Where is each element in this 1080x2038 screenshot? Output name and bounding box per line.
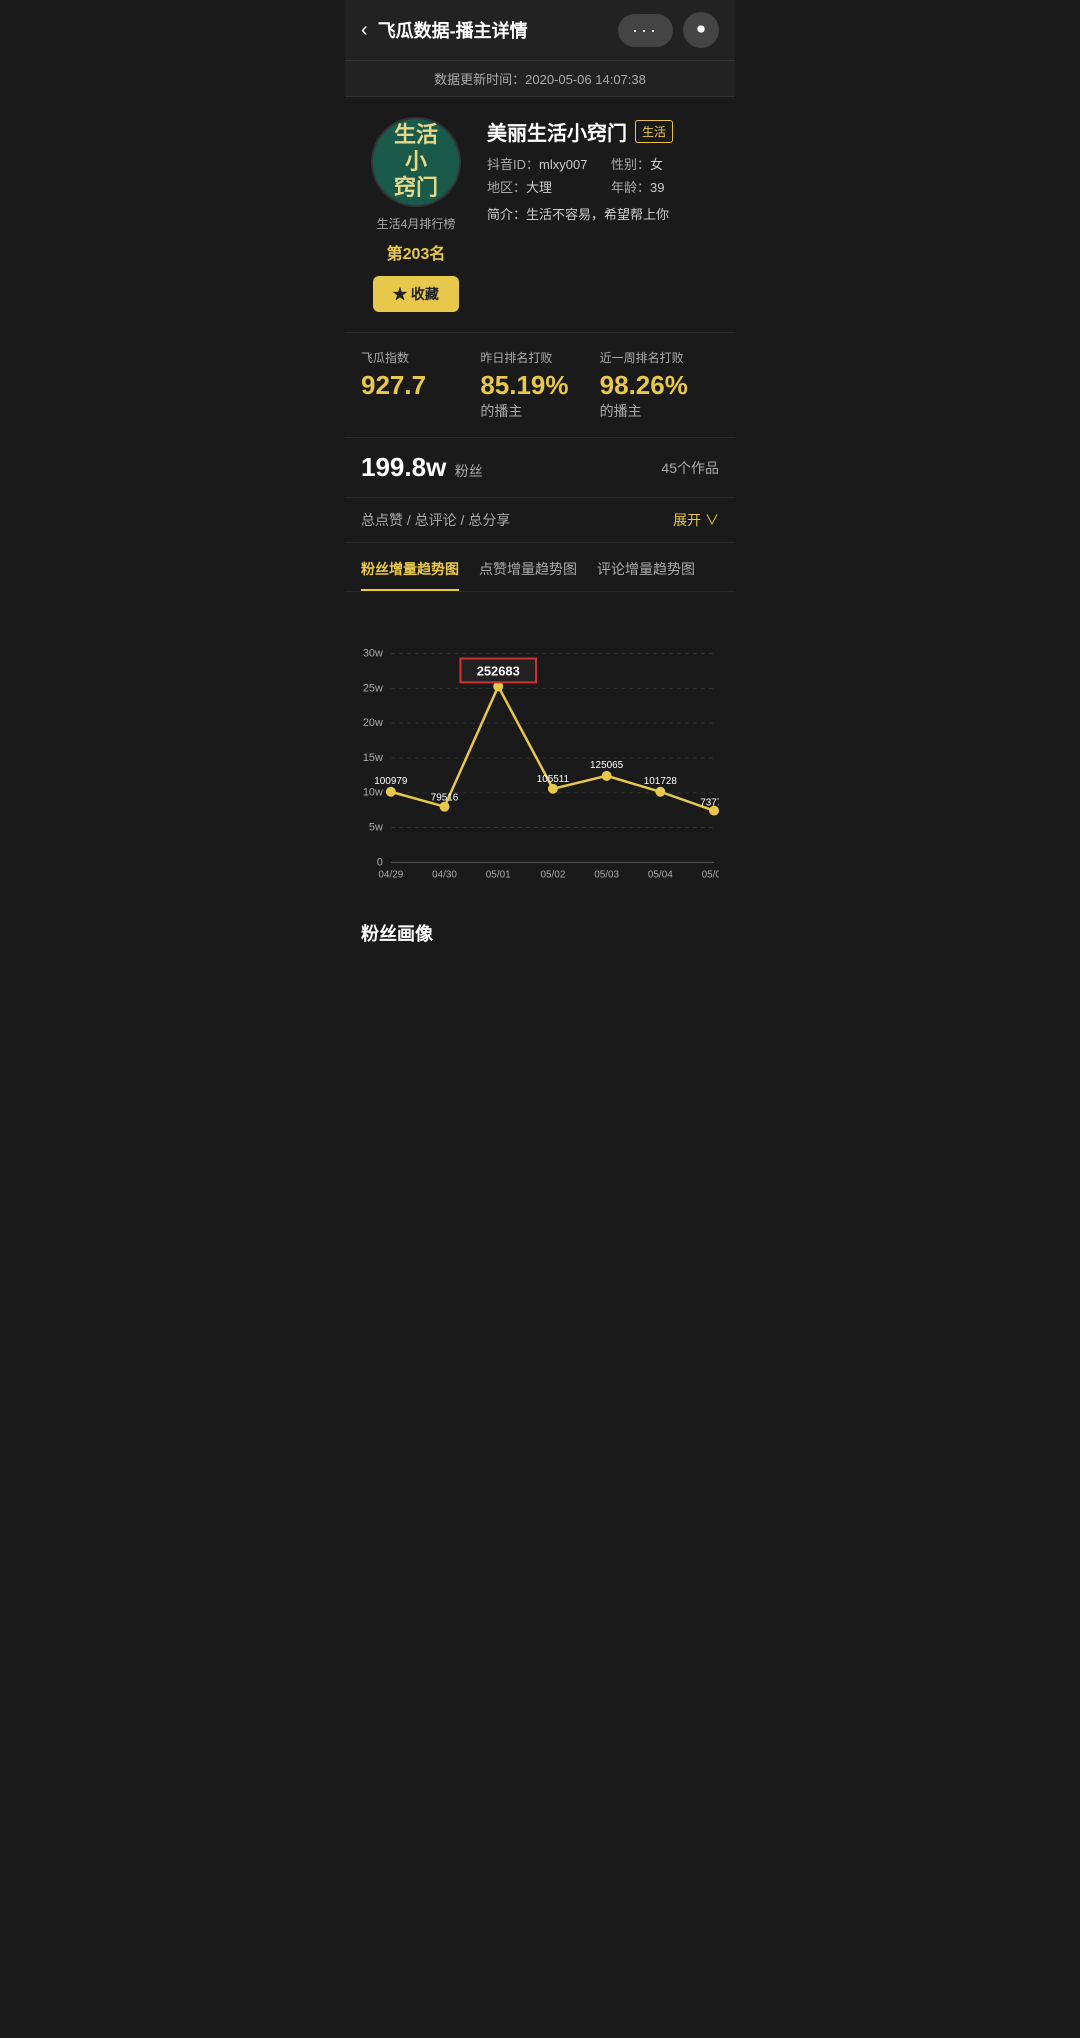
avatar-area: 生活小窍门 生活4月排行榜 第203名 ★ 收藏 — [361, 117, 471, 312]
tab-fans-trend[interactable]: 粉丝增量趋势图 — [361, 559, 459, 591]
record-button[interactable]: ⏺ — [683, 12, 719, 48]
svg-text:15w: 15w — [363, 752, 383, 764]
region-value: 大理 — [526, 180, 552, 195]
bio-content: 生活不容易，希望帮上你 — [526, 207, 669, 222]
svg-text:05/02: 05/02 — [540, 869, 565, 880]
back-icon[interactable]: ‹ — [361, 19, 368, 42]
page-title: 飞瓜数据-播主详情 — [378, 17, 528, 43]
yesterday-value-row: 85.19% 的播主 — [480, 370, 599, 421]
index-stat: 飞瓜指数 927.7 — [361, 349, 480, 421]
chart-tabs: 粉丝增量趋势图 点赞增量趋势图 评论增量趋势图 — [345, 543, 735, 592]
expand-button[interactable]: 展开 ∨ — [673, 510, 719, 530]
svg-text:100979: 100979 — [374, 776, 408, 787]
collect-button[interactable]: ★ 收藏 — [373, 276, 459, 312]
expand-section: 总点赞 / 总评论 / 总分享 展开 ∨ — [345, 498, 735, 543]
week-value: 98.26% — [600, 370, 688, 401]
followers-section: 199.8w 粉丝 45个作品 — [345, 438, 735, 498]
followers-unit: 粉丝 — [455, 463, 483, 479]
line-chart: 0 5w 10w 15w 20w 25w 30w — [361, 608, 719, 888]
age-item: 年龄：39 — [611, 177, 719, 196]
profile-info: 美丽生活小窍门 生活 抖音ID：mlxy007 性别：女 地区：大理 年龄：39… — [487, 117, 719, 312]
svg-text:05/05: 05/05 — [702, 869, 719, 880]
name-row: 美丽生活小窍门 生活 — [487, 117, 719, 146]
avatar: 生活小窍门 — [371, 117, 461, 207]
douyin-id-label: 抖音ID： — [487, 157, 539, 172]
week-label: 近一周排名打败 — [600, 349, 719, 366]
yesterday-value: 85.19% — [480, 370, 568, 401]
svg-text:30w: 30w — [363, 648, 383, 660]
svg-text:05/03: 05/03 — [594, 869, 619, 880]
followers-count-area: 199.8w 粉丝 — [361, 452, 483, 483]
rank-label: 生活4月排行榜 — [377, 215, 456, 232]
chart-section: 0 5w 10w 15w 20w 25w 30w — [345, 592, 735, 904]
douyin-id-value: mlxy007 — [539, 157, 587, 172]
svg-text:25w: 25w — [363, 682, 383, 694]
category-tag: 生活 — [635, 120, 673, 143]
bio-label: 简介： — [487, 207, 526, 222]
svg-text:04/30: 04/30 — [432, 869, 457, 880]
gender-item: 性别：女 — [611, 154, 719, 173]
yesterday-suffix: 的播主 — [480, 401, 522, 421]
svg-text:20w: 20w — [363, 717, 383, 729]
chart-point-4 — [602, 771, 612, 781]
chart-point-3 — [548, 784, 558, 794]
svg-text:73778: 73778 — [700, 798, 719, 809]
header-right: ··· ⏺ — [618, 12, 719, 48]
douyin-id-item: 抖音ID：mlxy007 — [487, 154, 595, 173]
streamer-name: 美丽生活小窍门 — [487, 117, 627, 146]
chart-point-0 — [386, 787, 396, 797]
gender-value: 女 — [650, 157, 663, 172]
svg-text:101728: 101728 — [644, 776, 678, 787]
svg-text:252683: 252683 — [477, 663, 520, 678]
svg-text:5w: 5w — [369, 822, 383, 834]
age-value: 39 — [650, 180, 664, 195]
rank-number: 第203名 — [387, 240, 446, 264]
svg-text:0: 0 — [377, 856, 383, 868]
app-header: ‹ 飞瓜数据-播主详情 ··· ⏺ — [345, 0, 735, 61]
svg-text:04/29: 04/29 — [378, 869, 403, 880]
stats-section: 飞瓜指数 927.7 昨日排名打败 85.19% 的播主 近一周排名打败 98.… — [345, 333, 735, 438]
info-grid: 抖音ID：mlxy007 性别：女 地区：大理 年龄：39 — [487, 154, 719, 196]
gender-label: 性别： — [611, 157, 650, 172]
followers-count: 199.8w — [361, 452, 446, 482]
region-item: 地区：大理 — [487, 177, 595, 196]
bio-text: 简介：生活不容易，希望帮上你 — [487, 204, 719, 223]
yesterday-stat: 昨日排名打败 85.19% 的播主 — [480, 349, 599, 421]
tab-comments-trend[interactable]: 评论增量趋势图 — [597, 559, 695, 591]
yesterday-label: 昨日排名打败 — [480, 349, 599, 366]
index-value: 927.7 — [361, 370, 480, 401]
expand-label: 总点赞 / 总评论 / 总分享 — [361, 510, 510, 530]
svg-text:125065: 125065 — [590, 760, 624, 771]
svg-text:10w: 10w — [363, 787, 383, 799]
fans-portrait-title: 粉丝画像 — [345, 904, 735, 954]
works-count: 45个作品 — [661, 458, 719, 478]
svg-text:79516: 79516 — [431, 793, 459, 804]
profile-section: 生活小窍门 生活4月排行榜 第203名 ★ 收藏 美丽生活小窍门 生活 抖音ID… — [345, 97, 735, 333]
age-label: 年龄： — [611, 180, 650, 195]
tab-likes-trend[interactable]: 点赞增量趋势图 — [479, 559, 577, 591]
week-suffix: 的播主 — [600, 401, 642, 421]
index-label: 飞瓜指数 — [361, 349, 480, 366]
svg-text:105511: 105511 — [537, 774, 570, 785]
svg-text:05/01: 05/01 — [486, 869, 511, 880]
svg-text:05/04: 05/04 — [648, 869, 673, 880]
chart-container: 0 5w 10w 15w 20w 25w 30w — [361, 608, 719, 888]
header-left: ‹ 飞瓜数据-播主详情 — [361, 17, 528, 43]
update-timestamp: 数据更新时间：2020-05-06 14:07:38 — [345, 61, 735, 97]
region-label: 地区： — [487, 180, 526, 195]
week-value-row: 98.26% 的播主 — [600, 370, 719, 421]
chart-point-5 — [655, 787, 665, 797]
week-stat: 近一周排名打败 98.26% 的播主 — [600, 349, 719, 421]
more-options-button[interactable]: ··· — [618, 14, 673, 47]
